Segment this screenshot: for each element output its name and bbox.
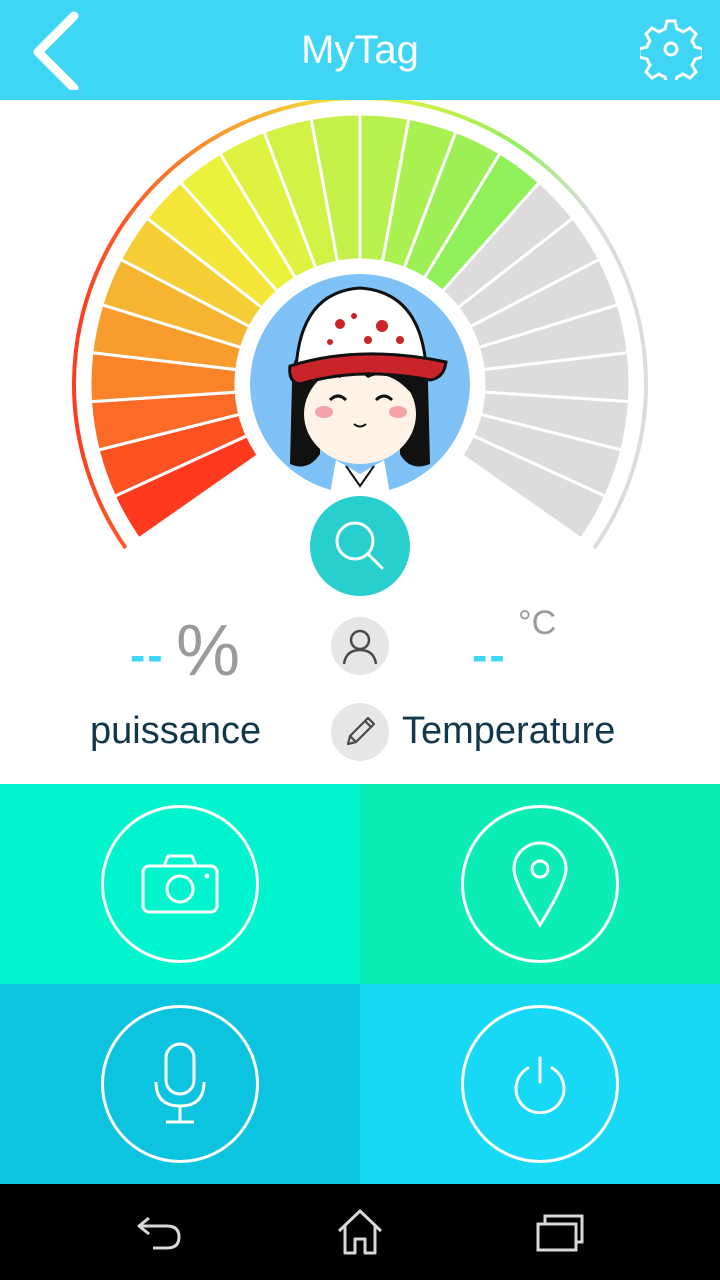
avatar[interactable]: [250, 274, 470, 494]
nav-home-button[interactable]: [330, 1202, 390, 1262]
nav-recents-button[interactable]: [530, 1202, 590, 1262]
back-arrow-icon: [137, 1216, 181, 1250]
gauge-panel: -- % -- °C puissance Temperature: [0, 100, 720, 784]
system-nav-bar: [0, 1184, 720, 1280]
edit-button[interactable]: [331, 703, 389, 761]
temperature-value: --: [472, 629, 507, 681]
camera-button-ring: [101, 805, 259, 963]
temperature-label: Temperature: [402, 710, 616, 752]
microphone-icon: [154, 1042, 206, 1124]
power-icon: [514, 1056, 566, 1114]
location-pin-icon: [512, 841, 568, 928]
camera-icon: [141, 854, 219, 914]
search-button[interactable]: [310, 496, 410, 596]
avatar-girl-cap-image: [250, 274, 470, 494]
microphone-button[interactable]: [0, 984, 360, 1184]
user-icon: [342, 629, 378, 665]
app-header: MyTag: [0, 0, 720, 100]
location-button-ring: [461, 805, 619, 963]
power-button[interactable]: [360, 984, 720, 1184]
microphone-button-ring: [101, 1005, 259, 1163]
camera-button[interactable]: [0, 784, 360, 984]
power-label: puissance: [90, 710, 262, 752]
page-title: MyTag: [301, 28, 419, 72]
recent-apps-icon: [536, 1214, 584, 1252]
search-icon: [335, 521, 384, 570]
location-button[interactable]: [360, 784, 720, 984]
power-value: --: [130, 629, 165, 681]
profile-button[interactable]: [331, 617, 389, 675]
home-icon: [337, 1209, 383, 1255]
gear-icon: [640, 19, 702, 80]
temperature-unit: °C: [518, 604, 557, 642]
power-button-ring: [461, 1005, 619, 1163]
power-unit: %: [176, 611, 241, 691]
pencil-icon: [346, 716, 376, 746]
settings-button[interactable]: [636, 14, 706, 84]
nav-back-button[interactable]: [130, 1202, 190, 1262]
